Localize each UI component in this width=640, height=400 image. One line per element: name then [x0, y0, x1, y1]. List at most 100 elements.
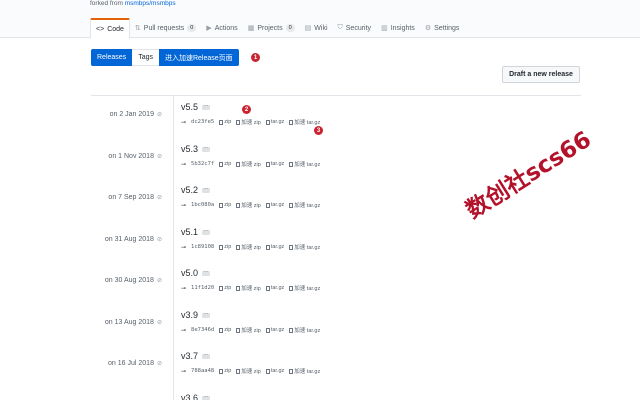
file-zip-icon: [289, 119, 294, 125]
targz-download-link[interactable]: tar.gz: [265, 327, 284, 333]
speed-zip-download-link[interactable]: 加速 zip: [236, 367, 261, 375]
commit-sha-link[interactable]: 788aa48: [191, 368, 214, 374]
commit-sha-link[interactable]: dc23fe5: [191, 119, 214, 125]
expand-notes-button[interactable]: ···: [202, 186, 211, 193]
tab-insights[interactable]: ▥ Insights: [376, 18, 420, 38]
tab-security[interactable]: ⛉ Security: [333, 18, 377, 38]
release-version-link[interactable]: v3.7: [181, 351, 198, 361]
speed-zip-download-link[interactable]: 加速 zip: [236, 243, 261, 251]
release-date-text: on 31 Aug 2018: [104, 236, 154, 243]
releases-tags-toggle: Releases Tags 进入加速Release页面: [91, 49, 239, 66]
release-version-link[interactable]: v5.0: [181, 268, 198, 278]
release-title: v3.7 ···: [181, 351, 211, 361]
tab-pull-requests[interactable]: ⇅ Pull requests 0: [130, 18, 201, 38]
tab-projects[interactable]: ▦ Projects 0: [243, 18, 300, 38]
asset-label: tar.gz: [270, 202, 285, 208]
release-version-link[interactable]: v5.2: [181, 185, 198, 195]
expand-notes-button[interactable]: ···: [202, 269, 211, 276]
asset-label: 加速 zip: [241, 203, 261, 209]
zip-download-link[interactable]: zip: [219, 244, 231, 250]
file-zip-icon: [236, 285, 241, 291]
release-version-link[interactable]: v5.3: [181, 144, 198, 154]
tab-settings[interactable]: ⚙ Settings: [420, 18, 465, 38]
file-zip-icon: [289, 161, 294, 167]
speed-targz-download-link[interactable]: 加速 tar.gz: [289, 118, 320, 126]
targz-download-link[interactable]: tar.gz: [265, 119, 285, 125]
file-zip-icon: [219, 119, 224, 125]
release-version-link[interactable]: v5.5: [181, 102, 198, 112]
expand-notes-button[interactable]: ···: [202, 394, 211, 400]
tag-icon: ⊘: [156, 195, 162, 201]
targz-download-link[interactable]: tar.gz: [265, 244, 284, 250]
release-assets: ⊸ 788aa48 zip 加速 zip tar.gz 加速 tar.gz: [181, 367, 320, 375]
speed-targz-download-link[interactable]: 加速 tar.gz: [289, 326, 320, 334]
code-icon: <>: [96, 25, 105, 33]
asset-label: tar.gz: [270, 119, 285, 125]
tab-actions[interactable]: ▶ Actions: [201, 18, 242, 38]
tab-code[interactable]: <> Code: [90, 18, 130, 39]
speed-zip-download-link[interactable]: 加速 zip: [236, 284, 261, 292]
zip-download-link[interactable]: zip: [219, 119, 231, 125]
release-version-link[interactable]: v3.6: [181, 393, 198, 400]
forked-repo-link[interactable]: msmbps/msmbps: [125, 0, 176, 7]
tab-wiki[interactable]: ▤ Wiki: [300, 18, 333, 38]
release-assets: ⊸ 1c89108 zip 加速 zip tar.gz 加速 tar.gz: [181, 243, 320, 251]
release-title: v3.6 ···: [181, 393, 211, 400]
speed-zip-download-link[interactable]: 加速 zip: [236, 326, 261, 334]
tab-label: Code: [107, 25, 124, 33]
speed-release-page-button[interactable]: 进入加速Release页面: [158, 49, 239, 66]
targz-download-link[interactable]: tar.gz: [265, 161, 284, 167]
commit-sha-link[interactable]: 1bc080a: [191, 202, 214, 208]
file-zip-icon: [219, 327, 224, 333]
commit-sha-link[interactable]: 8e7346d: [191, 327, 214, 333]
draft-new-release-button[interactable]: Draft a new release: [502, 66, 580, 83]
commit-sha-link[interactable]: 1c89108: [191, 244, 214, 250]
expand-notes-button[interactable]: ···: [202, 103, 211, 110]
release-date-text: on 2 Jan 2019: [109, 111, 154, 118]
speed-targz-download-link[interactable]: 加速 tar.gz: [289, 284, 320, 292]
asset-label: 加速 tar.gz: [294, 162, 321, 168]
speed-targz-download-link[interactable]: 加速 tar.gz: [289, 160, 320, 168]
speed-targz-download-link[interactable]: 加速 tar.gz: [289, 201, 320, 209]
commit-sha-link[interactable]: 5b32c7f: [191, 161, 214, 167]
targz-download-link[interactable]: tar.gz: [265, 202, 285, 208]
zip-download-link[interactable]: zip: [219, 202, 231, 208]
releases-button[interactable]: Releases: [91, 49, 133, 66]
zip-download-link[interactable]: zip: [219, 161, 231, 167]
speed-zip-download-link[interactable]: 加速 zip: [236, 160, 261, 168]
repo-nav-tabs: <> Code ⇅ Pull requests 0 ▶ Actions ▦ Projects 0 ▤…: [90, 18, 465, 39]
speed-zip-download-link[interactable]: 加速 zip: [236, 201, 261, 209]
file-zip-icon: [289, 368, 294, 374]
zip-download-link[interactable]: zip: [219, 285, 231, 291]
asset-label: 加速 tar.gz: [294, 245, 321, 251]
release-assets: ⊸ dc23fe5 zip 加速 zip tar.gz 加速 tar.gz: [181, 118, 320, 126]
commit-icon: ⊸: [181, 161, 187, 168]
release-date-text: on 16 Jul 2018: [108, 360, 154, 367]
expand-notes-button[interactable]: ···: [202, 352, 211, 359]
zip-download-link[interactable]: zip: [219, 327, 231, 333]
commit-sha-link[interactable]: 11f1d20: [191, 285, 214, 291]
file-zip-icon: [265, 161, 270, 167]
speed-targz-download-link[interactable]: 加速 tar.gz: [289, 243, 320, 251]
graph-icon: ▥: [381, 25, 388, 32]
release-date-text: on 13 Aug 2018: [104, 319, 154, 326]
release-version-link[interactable]: v5.1: [181, 227, 198, 237]
speed-targz-download-link[interactable]: 加速 tar.gz: [289, 367, 320, 375]
file-zip-icon: [289, 285, 294, 291]
targz-download-link[interactable]: tar.gz: [265, 368, 284, 374]
expand-notes-button[interactable]: ···: [202, 228, 211, 235]
file-zip-icon: [219, 368, 224, 374]
release-title: v5.1 ···: [181, 227, 211, 237]
commit-icon: ⊸: [181, 244, 187, 251]
tags-button[interactable]: Tags: [132, 49, 159, 66]
release-version-link[interactable]: v3.9: [181, 310, 198, 320]
expand-notes-button[interactable]: ···: [202, 311, 211, 318]
asset-label: zip: [224, 244, 232, 250]
tab-label: Pull requests: [143, 24, 185, 32]
speed-zip-download-link[interactable]: 加速 zip: [236, 118, 261, 126]
zip-download-link[interactable]: zip: [219, 368, 231, 374]
targz-download-link[interactable]: tar.gz: [265, 285, 284, 291]
tag-icon: ⊘: [156, 237, 162, 243]
play-icon: ▶: [206, 25, 212, 32]
expand-notes-button[interactable]: ···: [202, 145, 211, 152]
